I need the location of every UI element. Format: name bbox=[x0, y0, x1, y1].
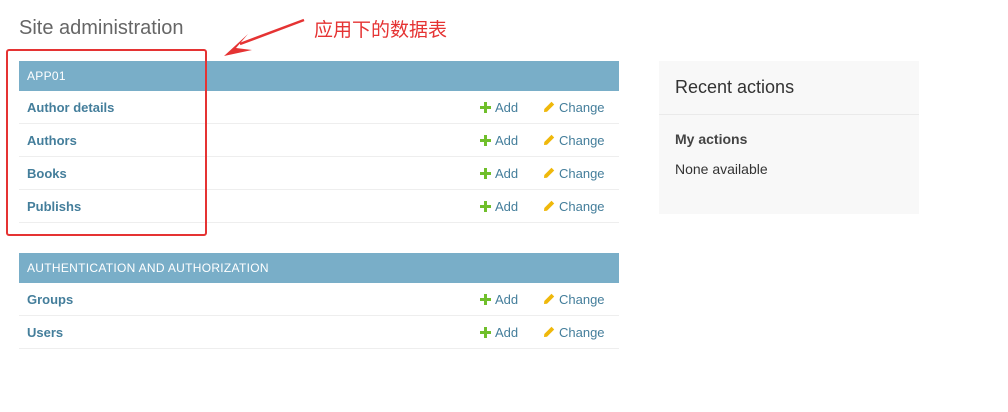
pencil-icon bbox=[543, 101, 555, 113]
my-actions-heading: My actions bbox=[675, 131, 748, 147]
change-link[interactable]: Change bbox=[543, 133, 605, 148]
change-link[interactable]: Change bbox=[543, 199, 605, 214]
add-label: Add bbox=[495, 99, 519, 115]
change-label: Change bbox=[559, 132, 605, 148]
plus-icon bbox=[480, 200, 491, 212]
add-link[interactable]: Add bbox=[480, 292, 518, 307]
no-actions-text: None available bbox=[675, 161, 768, 177]
recent-actions-title: Recent actions bbox=[659, 61, 919, 115]
change-label: Change bbox=[559, 99, 605, 115]
pencil-icon bbox=[543, 200, 555, 212]
add-label: Add bbox=[495, 165, 519, 181]
change-link[interactable]: Change bbox=[543, 100, 605, 115]
plus-icon bbox=[480, 293, 491, 305]
add-link[interactable]: Add bbox=[480, 166, 518, 181]
change-link[interactable]: Change bbox=[543, 292, 605, 307]
page-title: Site administration bbox=[19, 17, 184, 39]
model-link-groups[interactable]: Groups bbox=[27, 292, 73, 307]
recent-actions-panel: Recent actions My actions None available bbox=[659, 61, 919, 214]
model-link-users[interactable]: Users bbox=[27, 325, 63, 340]
change-label: Change bbox=[559, 165, 605, 181]
change-label: Change bbox=[559, 198, 605, 214]
change-label: Change bbox=[559, 324, 605, 340]
annotation-arrow-icon bbox=[224, 18, 305, 56]
plus-icon bbox=[480, 134, 491, 146]
add-link[interactable]: Add bbox=[480, 100, 518, 115]
pencil-icon bbox=[543, 167, 555, 179]
add-link[interactable]: Add bbox=[480, 199, 518, 214]
table-row: Users Add Change bbox=[19, 316, 619, 349]
app-module-auth: AUTHENTICATION AND AUTHORIZATION Groups … bbox=[19, 253, 619, 349]
plus-icon bbox=[480, 167, 491, 179]
add-label: Add bbox=[495, 291, 519, 307]
pencil-icon bbox=[543, 326, 555, 338]
table-row: Groups Add Change bbox=[19, 283, 619, 316]
add-link[interactable]: Add bbox=[480, 325, 518, 340]
add-label: Add bbox=[495, 324, 519, 340]
add-label: Add bbox=[495, 132, 519, 148]
annotation-highlight-box bbox=[6, 49, 207, 236]
pencil-icon bbox=[543, 134, 555, 146]
plus-icon bbox=[480, 326, 491, 338]
change-label: Change bbox=[559, 291, 605, 307]
change-link[interactable]: Change bbox=[543, 325, 605, 340]
change-link[interactable]: Change bbox=[543, 166, 605, 181]
annotation-label: 应用下的数据表 bbox=[314, 20, 448, 41]
add-label: Add bbox=[495, 198, 519, 214]
plus-icon bbox=[480, 101, 491, 113]
module-caption[interactable]: AUTHENTICATION AND AUTHORIZATION bbox=[19, 253, 619, 283]
add-link[interactable]: Add bbox=[480, 133, 518, 148]
pencil-icon bbox=[543, 293, 555, 305]
